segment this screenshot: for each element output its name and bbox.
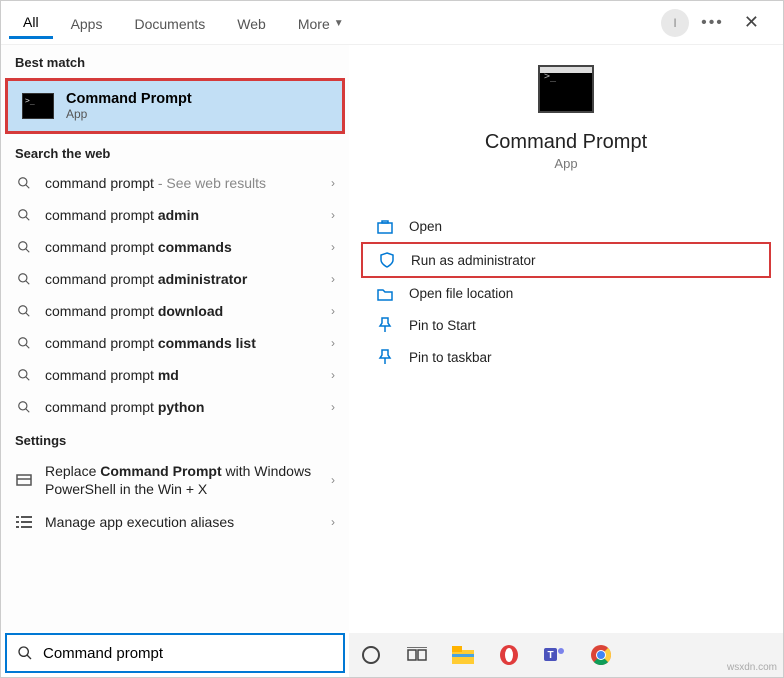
search-icon [15,304,33,318]
preview-panel: Command Prompt App Open Run as administr… [349,45,783,631]
action-list: Open Run as administrator Open file loca… [349,211,783,373]
watermark: wsxdn.com [727,662,777,673]
pin-icon [375,349,395,365]
tab-web[interactable]: Web [223,6,280,39]
chevron-right-icon: › [331,208,335,222]
search-icon [15,336,33,350]
best-match-text: Command Prompt App [66,91,192,121]
more-options-icon[interactable]: ••• [701,14,724,32]
best-match-title: Command Prompt [66,91,192,107]
preview-title: Command Prompt [349,131,783,154]
tab-apps[interactable]: Apps [57,6,117,39]
section-search-web: Search the web [1,136,349,167]
chevron-right-icon: › [331,304,335,318]
taskbar: T [349,633,783,677]
search-bar[interactable] [5,633,345,673]
web-result[interactable]: command prompt commands› [1,231,349,263]
best-match-result[interactable]: Command Prompt App [5,78,345,134]
web-result-text: command prompt download [45,303,331,319]
main-content: Best match Command Prompt App Search the… [1,45,783,631]
settings-result[interactable]: Manage app execution aliases› [1,506,349,538]
results-panel: Best match Command Prompt App Search the… [1,45,349,631]
search-icon [15,368,33,382]
search-icon [15,272,33,286]
tab-documents[interactable]: Documents [120,6,219,39]
chevron-right-icon: › [331,272,335,286]
web-result[interactable]: command prompt md› [1,359,349,391]
folder-icon [375,287,395,301]
action-open[interactable]: Open [361,211,771,242]
section-best-match: Best match [1,45,349,76]
tab-more[interactable]: More▼ [284,6,358,39]
chevron-right-icon: › [331,400,335,414]
preview-app-icon [538,65,594,113]
web-result-text: command prompt admin [45,207,331,223]
top-tab-bar: All Apps Documents Web More▼ I ••• ✕ [1,1,783,45]
web-result[interactable]: command prompt commands list› [1,327,349,359]
search-icon [15,208,33,222]
teams-icon[interactable]: T [543,643,567,667]
search-icon [17,645,33,661]
open-icon [375,220,395,234]
task-view-icon[interactable] [405,643,429,667]
web-result[interactable]: command prompt administrator› [1,263,349,295]
web-result-text: command prompt commands [45,239,331,255]
chevron-right-icon: › [331,368,335,382]
user-avatar[interactable]: I [661,9,689,37]
svg-text:T: T [547,650,553,661]
cortana-icon[interactable] [359,643,383,667]
search-input[interactable] [43,645,333,662]
web-result[interactable]: command prompt download› [1,295,349,327]
chevron-down-icon: ▼ [334,18,344,29]
list-icon [15,516,33,528]
chevron-right-icon: › [331,473,335,487]
action-open-location[interactable]: Open file location [361,278,771,309]
command-prompt-icon [22,93,54,119]
chrome-icon[interactable] [589,643,613,667]
best-match-subtitle: App [66,107,192,121]
shield-icon [377,252,397,268]
pin-icon [375,317,395,333]
action-pin-taskbar[interactable]: Pin to taskbar [361,341,771,373]
search-icon [15,400,33,414]
web-result-text: command prompt md [45,367,331,383]
settings-text: Replace Command Prompt with Windows Powe… [45,462,331,498]
web-result[interactable]: command prompt admin› [1,199,349,231]
settings-icon [15,474,33,486]
chevron-right-icon: › [331,515,335,529]
web-result-text: command prompt administrator [45,271,331,287]
web-result[interactable]: command prompt python› [1,391,349,423]
opera-icon[interactable] [497,643,521,667]
web-result[interactable]: command prompt - See web results› [1,167,349,199]
web-result-text: command prompt - See web results [45,175,331,191]
web-result-text: command prompt commands list [45,335,331,351]
chevron-right-icon: › [331,240,335,254]
search-icon [15,176,33,190]
action-run-as-admin[interactable]: Run as administrator [361,242,771,278]
search-icon [15,240,33,254]
web-result-text: command prompt python [45,399,331,415]
tab-all[interactable]: All [9,6,53,39]
action-pin-start[interactable]: Pin to Start [361,309,771,341]
preview-subtitle: App [349,156,783,171]
filter-tabs: All Apps Documents Web More▼ [9,6,661,39]
settings-result[interactable]: Replace Command Prompt with Windows Powe… [1,454,349,506]
section-settings: Settings [1,423,349,454]
chevron-right-icon: › [331,176,335,190]
close-icon[interactable]: ✕ [736,8,767,37]
top-right-controls: I ••• ✕ [661,8,775,37]
chevron-right-icon: › [331,336,335,350]
settings-text: Manage app execution aliases [45,514,331,530]
file-explorer-icon[interactable] [451,643,475,667]
